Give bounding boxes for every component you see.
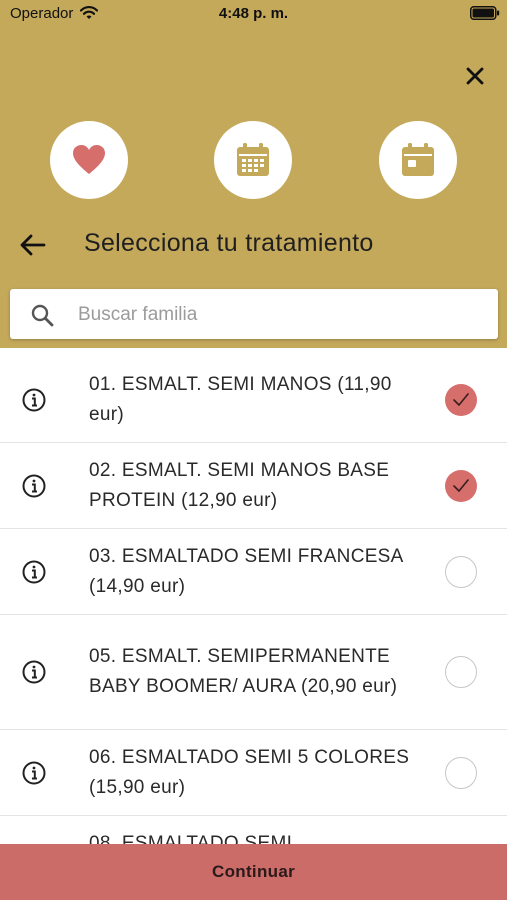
clock: 4:48 p. m.: [218, 5, 289, 22]
treatment-label: 08. ESMALTADO SEMI: [89, 833, 293, 844]
status-bar: Operador 4:48 p. m.: [0, 0, 507, 28]
checkmark-icon: [453, 478, 469, 492]
treatment-row-4[interactable]: 05. ESMALT. SEMIPERMANENTE BABY BOOMER/ …: [0, 615, 507, 730]
treatment-row-6[interactable]: 08. ESMALTADO SEMI: [0, 816, 507, 844]
info-icon[interactable]: [22, 560, 46, 584]
treatment-label: 05. ESMALT. SEMIPERMANENTE BABY BOOMER/ …: [89, 646, 398, 697]
treatment-row-3[interactable]: 03. ESMALTADO SEMI FRANCESA (14,90 eur): [0, 529, 507, 615]
back-arrow-icon[interactable]: [18, 231, 48, 259]
search-input[interactable]: [76, 299, 480, 331]
treatment-label: 01. ESMALT. SEMI MANOS (11,90 eur): [89, 374, 392, 425]
step-1-button[interactable]: [50, 121, 128, 199]
selected-checkmark[interactable]: [445, 469, 477, 502]
treatment-label: 06. ESMALTADO SEMI 5 COLORES (15,90 eur): [89, 746, 410, 798]
header: Operador 4:48 p. m. Selecciona tu tratam…: [0, 0, 507, 348]
search-box[interactable]: [10, 289, 498, 339]
step-2-button[interactable]: [214, 121, 292, 199]
treatment-label: 02. ESMALT. SEMI MANOS BASE PROTEIN (12,…: [89, 459, 390, 511]
search-icon: [31, 304, 54, 327]
treatment-label: 03. ESMALTADO SEMI FRANCESA (14,90 eur): [89, 545, 403, 597]
unselected-radio[interactable]: [445, 756, 477, 789]
info-icon[interactable]: [22, 388, 46, 412]
selected-checkmark[interactable]: [445, 384, 477, 416]
continue-button[interactable]: Continuar: [0, 844, 507, 900]
battery-icon: [470, 6, 500, 20]
unselected-radio[interactable]: [445, 656, 477, 688]
heart-icon: [73, 145, 105, 174]
close-button[interactable]: [461, 62, 489, 90]
info-icon[interactable]: [22, 474, 46, 498]
treatment-list: 01. ESMALT. SEMI MANOS (11,90 eur) 02. E…: [0, 358, 507, 844]
treatment-row-2[interactable]: 02. ESMALT. SEMI MANOS BASE PROTEIN (12,…: [0, 443, 507, 529]
info-icon[interactable]: [22, 660, 46, 684]
page-title: Selecciona tu tratamiento: [84, 229, 374, 257]
calendar-day-icon: [402, 143, 434, 176]
treatment-row-5[interactable]: 06. ESMALTADO SEMI 5 COLORES (15,90 eur): [0, 730, 507, 816]
unselected-radio[interactable]: [445, 555, 477, 588]
checkmark-icon: [453, 393, 469, 406]
step-3-button[interactable]: [379, 121, 457, 199]
treatment-row-1[interactable]: 01. ESMALT. SEMI MANOS (11,90 eur): [0, 358, 507, 443]
calendar-grid-icon: [237, 143, 269, 176]
info-icon[interactable]: [22, 761, 46, 785]
